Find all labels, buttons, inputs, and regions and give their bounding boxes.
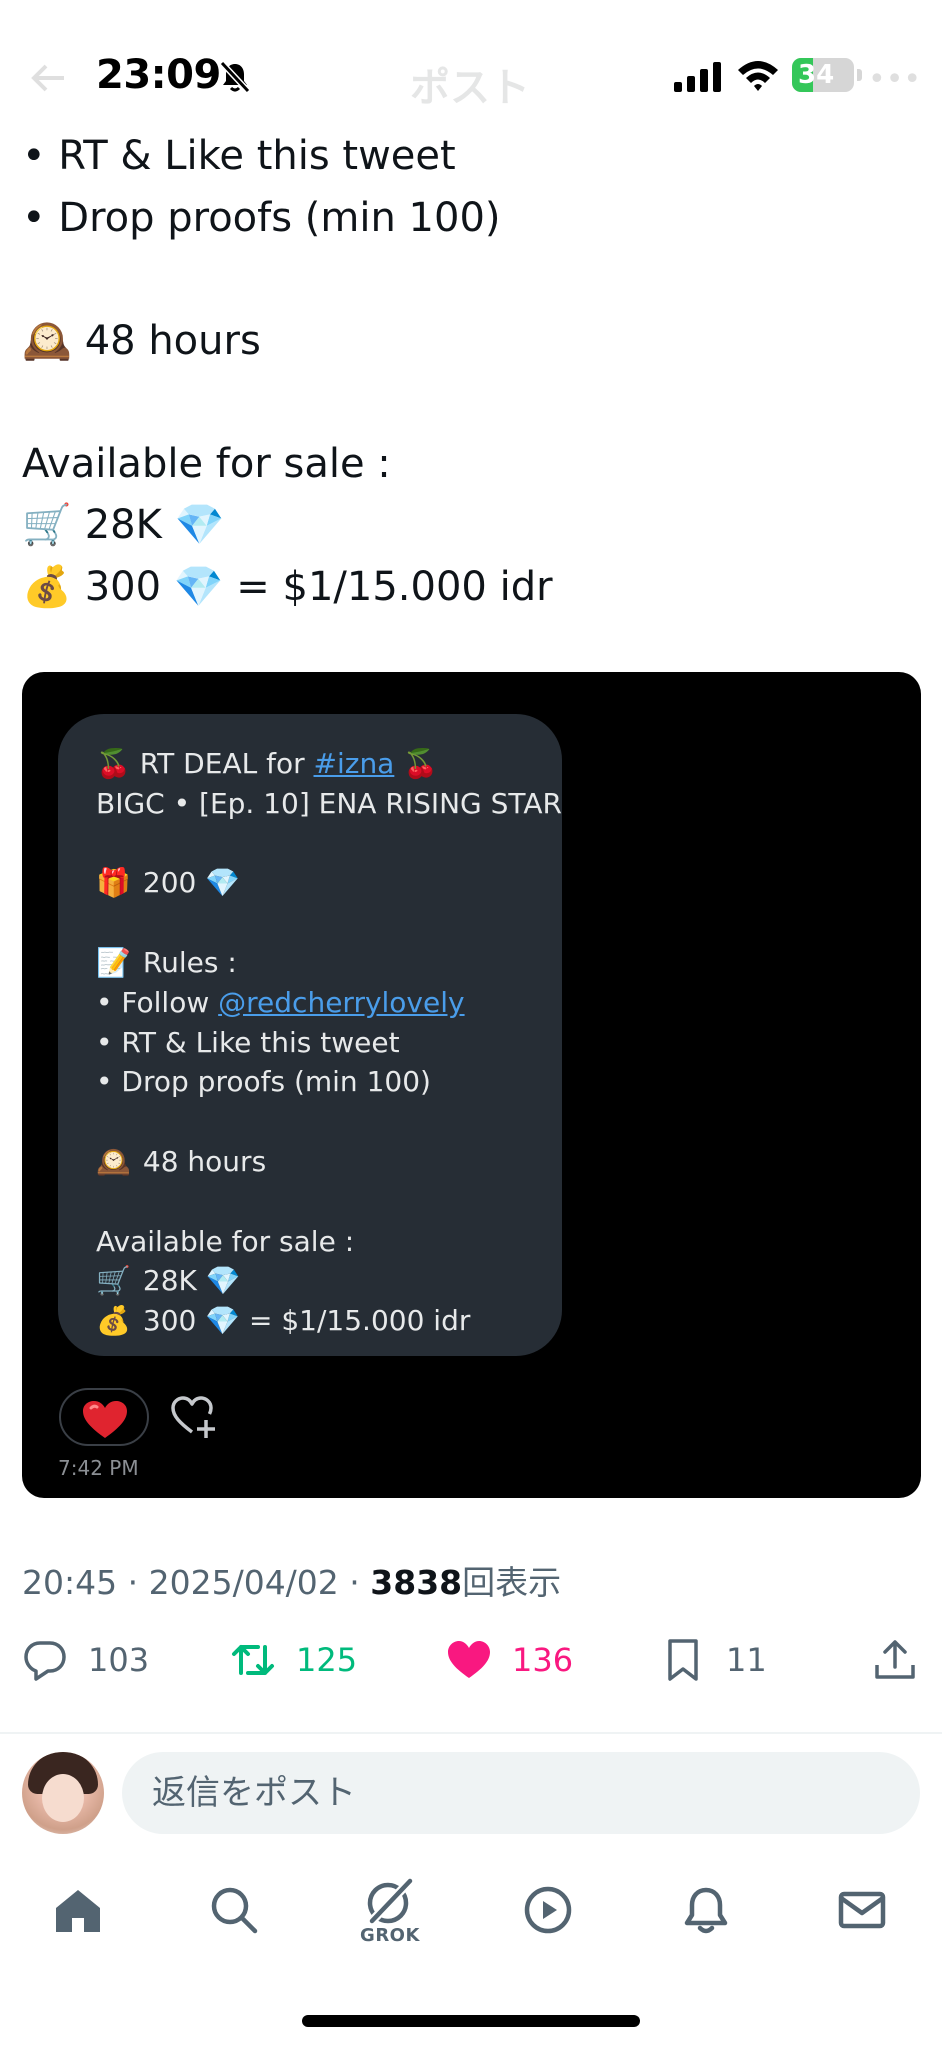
tweet-body: • RT & Like this tweet • Drop proofs (min…	[22, 126, 922, 618]
tweet-line	[22, 249, 922, 311]
nav-notifications[interactable]	[676, 1860, 736, 1960]
retweet-icon	[232, 1645, 274, 1675]
bubble-subtitle: BIGC • [Ep. 10] ENA RISING STAR	[96, 786, 562, 820]
bookmark-icon	[668, 1639, 698, 1681]
post-time: 20:45	[22, 1563, 118, 1602]
tweet-line-text: 48 hours	[72, 317, 261, 364]
battery-tip	[857, 69, 862, 81]
retweet-count: 125	[296, 1641, 358, 1679]
title-prefix: 🍒 RT DEAL for	[96, 747, 314, 780]
tweet-line: 💰 300 💎 = $1/15.000 idr	[22, 557, 922, 619]
grok-icon	[367, 1877, 414, 1924]
tweet-line: 🕰️ 48 hours	[22, 311, 922, 373]
status-bar: ポスト 23:09 34 •••	[0, 0, 942, 130]
avatar[interactable]	[22, 1752, 104, 1834]
available-heading: Available for sale :	[96, 1224, 355, 1258]
post-date: 2025/04/02	[148, 1563, 339, 1602]
clock-icon: 🕰️	[96, 1144, 131, 1178]
views-label: 回表示	[462, 1563, 562, 1602]
hashtag-link[interactable]: #izna	[314, 747, 395, 780]
cart-icon: 🛒	[96, 1264, 131, 1298]
play-icon	[524, 1886, 572, 1934]
nav-grok[interactable]: GROK	[360, 1860, 420, 1960]
rules-heading: Rules :	[134, 945, 237, 979]
tweet-line: • Drop proofs (min 100)	[22, 188, 922, 250]
reply-icon	[24, 1641, 66, 1681]
price-text: 300 💎 = $1/15.000 idr	[134, 1304, 471, 1338]
silent-mode-bell-icon	[219, 60, 251, 94]
bookmark-button[interactable]: 11	[660, 1630, 767, 1690]
tweet-line-text: 300 💎 = $1/15.000 idr	[72, 563, 553, 610]
money-bag-icon: 💰	[96, 1304, 131, 1338]
view-count[interactable]: 3838	[370, 1563, 462, 1602]
gift-icon: 🎁	[96, 866, 131, 900]
like-button[interactable]: 136	[446, 1630, 573, 1690]
reply-button[interactable]: 103	[22, 1630, 149, 1690]
tweet-line-text: • RT & Like this tweet	[22, 133, 456, 179]
heart-reaction-pill[interactable]	[59, 1388, 149, 1446]
tweet-line-text: 28K 💎	[72, 502, 225, 548]
follow-prefix: • Follow	[96, 985, 219, 1019]
home-indicator[interactable]	[302, 2015, 640, 2027]
message-timestamp: 7:42 PM	[58, 1456, 139, 1480]
bookmark-count: 11	[726, 1641, 767, 1679]
duration-text: 48 hours	[134, 1144, 267, 1178]
nav-home[interactable]	[48, 1860, 108, 1960]
emoji-icon: 💰	[22, 563, 72, 610]
reply-count: 103	[88, 1641, 150, 1679]
home-icon	[56, 1890, 100, 1932]
tweet-line	[22, 372, 922, 434]
share-button[interactable]	[872, 1630, 918, 1690]
bell-icon	[684, 1887, 728, 1934]
chat-message-bubble: 🍒 RT DEAL for #izna 🍒 BIGC • [Ep. 10] EN…	[58, 714, 562, 1356]
tweet-line-text: • Drop proofs (min 100)	[22, 194, 501, 241]
wifi-icon	[738, 61, 778, 91]
reply-input[interactable]: 返信をポスト	[122, 1752, 920, 1834]
mention-link[interactable]: @redcherrylovely	[218, 986, 464, 1019]
tweet-line: 🛒 28K 💎	[22, 495, 922, 557]
gift-amount: 200 💎	[134, 866, 241, 900]
title-suffix: 🍒	[394, 747, 439, 780]
retweet-button[interactable]: 125	[230, 1630, 357, 1690]
tweet-meta: 20:45 · 2025/04/02 · 3838回表示	[22, 1563, 562, 1602]
mail-icon	[838, 1891, 886, 1929]
memo-icon: 📝	[96, 945, 131, 979]
nav-messages[interactable]	[832, 1860, 892, 1960]
tweet-line-text: Available for sale :	[22, 440, 391, 487]
more-options-icon[interactable]: •••	[868, 62, 921, 97]
rule-drop-proofs: • Drop proofs (min 100)	[96, 1065, 431, 1099]
stock-text: 28K 💎	[134, 1264, 241, 1298]
heart-filled-icon	[448, 1641, 490, 1678]
emoji-icon: 🕰️	[22, 317, 72, 364]
rule-rt-like: • RT & Like this tweet	[96, 1025, 400, 1059]
battery-percent: 34	[798, 60, 835, 90]
header-title: ポスト	[410, 65, 530, 111]
tweet-line: Available for sale :	[22, 434, 922, 496]
tweet-actions: 103 125 136 11	[0, 1630, 942, 1690]
back-arrow-icon[interactable]	[28, 58, 68, 98]
search-icon	[211, 1887, 258, 1934]
heart-icon	[83, 1401, 127, 1438]
battery-indicator: 34	[792, 58, 854, 92]
cellular-signal-icon	[674, 62, 721, 92]
tweet-image[interactable]: 🍒 RT DEAL for #izna 🍒 BIGC • [Ep. 10] EN…	[22, 672, 921, 1498]
tweet-line: • RT & Like this tweet	[22, 126, 922, 188]
like-count: 136	[512, 1641, 574, 1679]
emoji-icon: 🛒	[22, 502, 72, 548]
nav-search[interactable]	[204, 1860, 264, 1960]
share-icon	[875, 1640, 915, 1679]
status-time: 23:09	[96, 52, 221, 98]
grok-label: GROK	[360, 1924, 420, 1946]
bottom-nav: GROK	[0, 1860, 942, 1970]
divider	[0, 1732, 942, 1734]
add-reaction-icon[interactable]	[170, 1396, 218, 1440]
nav-video[interactable]	[518, 1860, 578, 1960]
